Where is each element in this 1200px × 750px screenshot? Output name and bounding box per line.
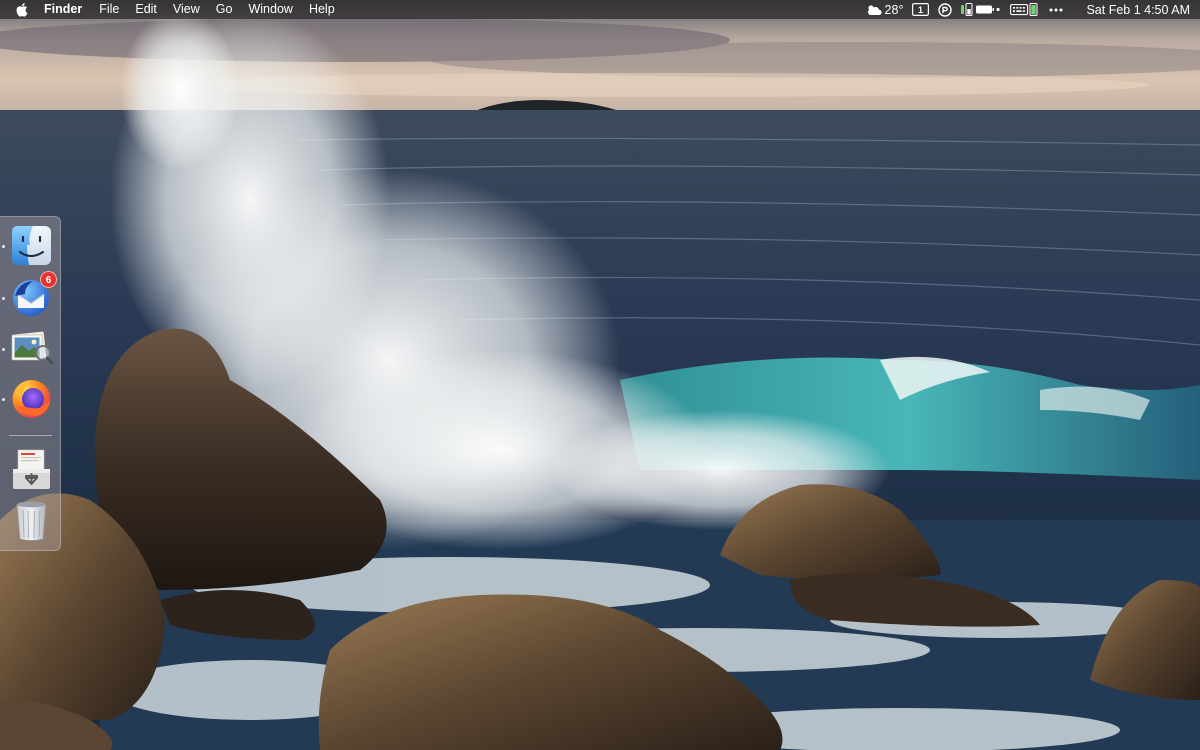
downloads-stack-icon [13, 449, 50, 489]
app-menu-finder[interactable]: Finder [44, 0, 91, 19]
dock-item-downloads[interactable] [9, 445, 54, 490]
menubar-clock[interactable]: Sat Feb 1 4:50 AM [1086, 3, 1190, 17]
running-indicator [2, 297, 5, 300]
battery-icon [961, 3, 1001, 16]
menu-edit[interactable]: Edit [127, 0, 165, 19]
dock-item-firefox[interactable] [9, 376, 54, 421]
apple-menu-icon[interactable] [15, 2, 29, 18]
finder-icon [12, 226, 51, 265]
trash-icon [16, 501, 47, 541]
ellipsis-icon [1049, 8, 1063, 11]
preview-icon [11, 331, 54, 365]
menu-view[interactable]: View [165, 0, 208, 19]
dock-item-trash[interactable] [9, 497, 54, 542]
running-indicator [2, 398, 5, 401]
running-indicator [2, 348, 5, 351]
weather-status-item[interactable]: 28° [866, 0, 904, 19]
dock: 6 [0, 216, 61, 551]
dock-item-finder[interactable] [9, 223, 54, 268]
desktop-wallpaper [0, 0, 1200, 750]
menu-file[interactable]: File [91, 0, 127, 19]
keyboard-layout-icon: 1 [912, 3, 930, 16]
input-source-label: 1 [918, 5, 923, 15]
vpn-icon [938, 2, 953, 17]
dock-item-preview[interactable] [9, 325, 54, 370]
menu-help[interactable]: Help [301, 0, 343, 19]
firefox-icon [12, 380, 51, 418]
keyboard-icon [1010, 3, 1038, 16]
more-status-item[interactable] [1049, 0, 1063, 19]
weather-temperature: 28° [884, 2, 904, 17]
running-indicator [2, 245, 5, 248]
vpn-status-item[interactable] [938, 0, 953, 19]
battery-status-item[interactable] [961, 0, 1001, 19]
ocean-wave-wallpaper-image [0, 0, 1200, 750]
menu-go[interactable]: Go [208, 0, 241, 19]
dock-item-thunderbird[interactable]: 6 [9, 271, 57, 319]
menu-bar: Finder File Edit View Go Window Help 28°… [0, 0, 1200, 19]
input-source-status-item[interactable]: 1 [912, 0, 930, 19]
keyboard-status-item[interactable] [1010, 0, 1040, 19]
unread-count-badge: 6 [40, 271, 57, 288]
dock-separator [9, 435, 52, 436]
menu-window[interactable]: Window [240, 0, 300, 19]
cloud-sun-icon [867, 4, 882, 15]
